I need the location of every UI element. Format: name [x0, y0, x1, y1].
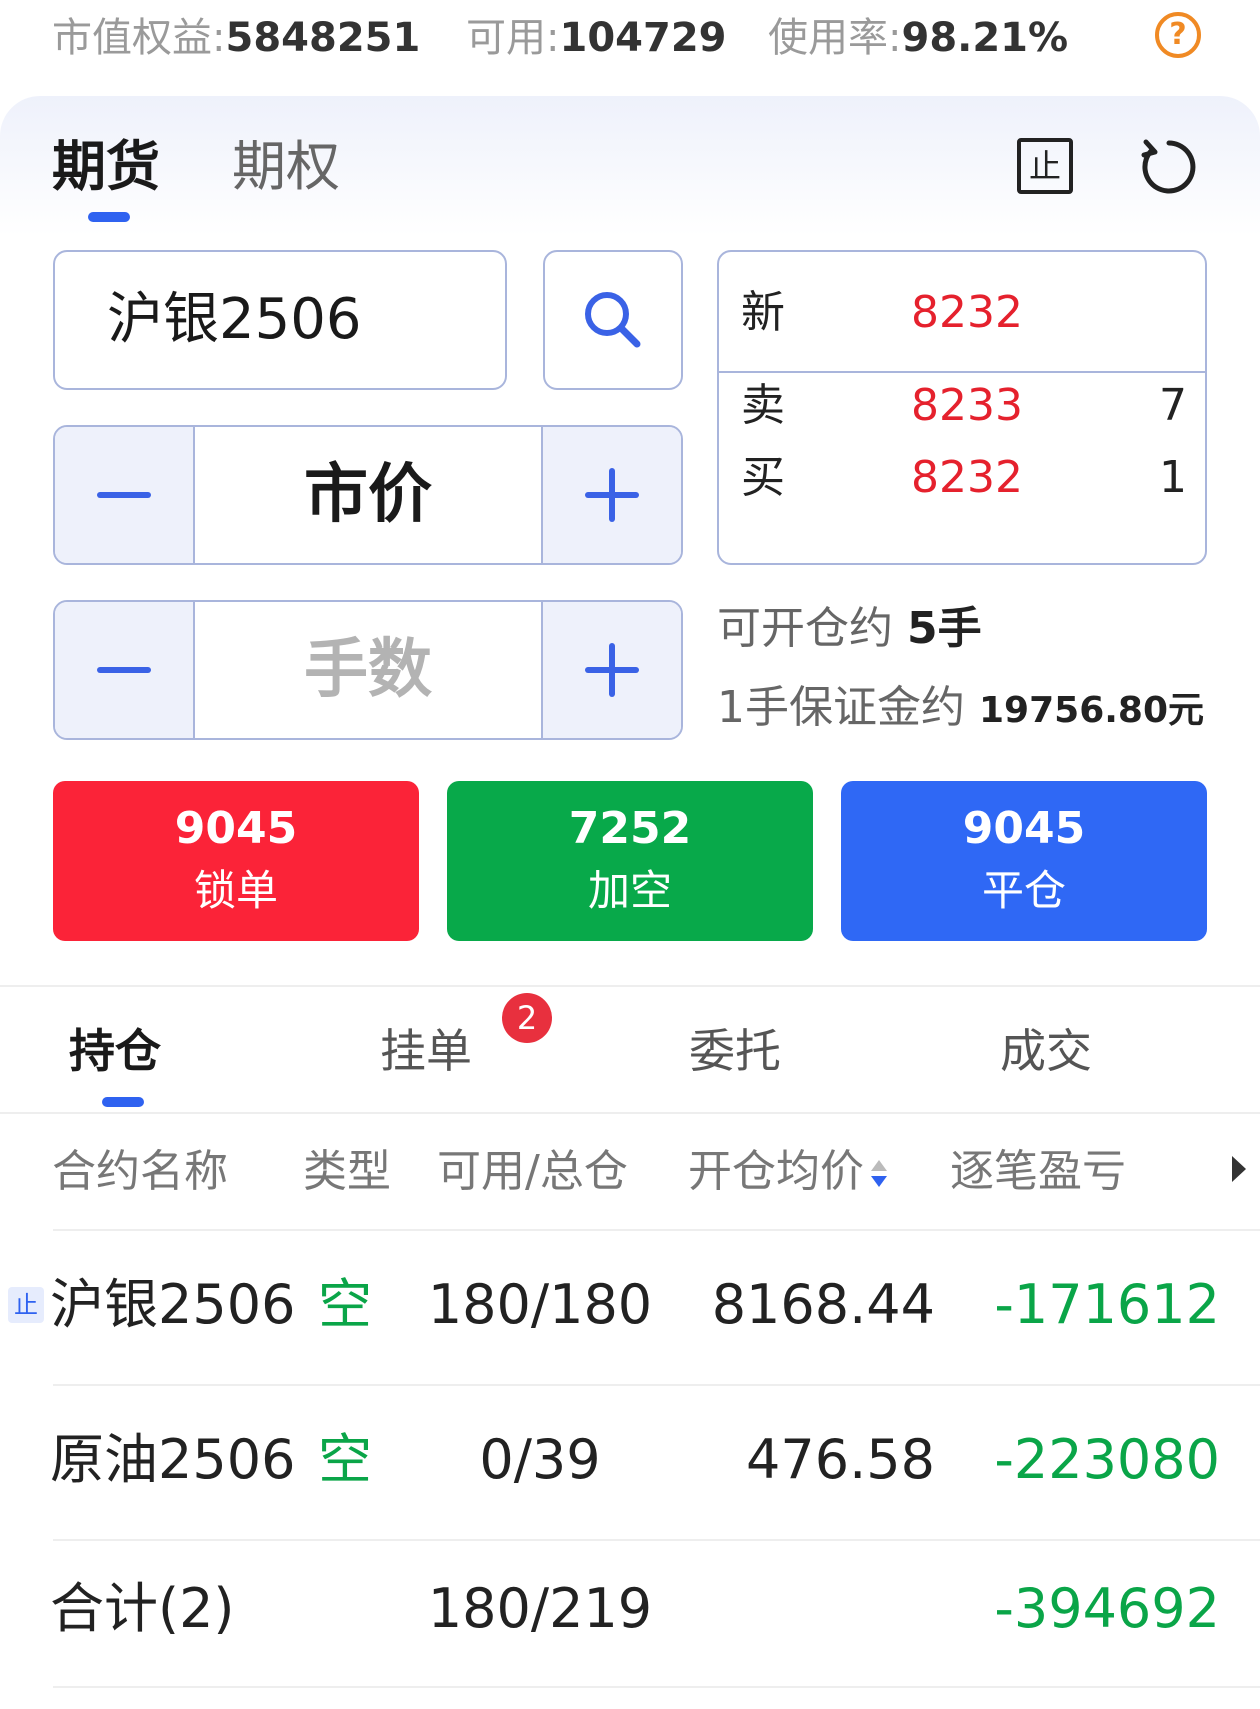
- tab-orders[interactable]: 委托: [689, 1020, 781, 1082]
- row-pnl: -171612: [994, 1273, 1220, 1336]
- total-label: 合计(2): [50, 1577, 235, 1640]
- usage-summary: 使用率:98.21%: [768, 12, 1068, 64]
- stop-order-icon[interactable]: 止: [1017, 138, 1073, 194]
- symbol-input[interactable]: 沪银2506: [53, 250, 507, 390]
- margin-info: 1手保证金约 19756.80元: [717, 678, 1204, 741]
- search-icon: [585, 292, 641, 348]
- header-avg-price-label: 开仓均价: [688, 1146, 864, 1197]
- tab-positions[interactable]: 持仓: [69, 1020, 161, 1082]
- row-avail-total: 0/39: [479, 1428, 601, 1491]
- order-panel: 期货 期权 止 沪银2506 市价 手数 新 8232 卖 8233 7 买 8…: [0, 96, 1260, 976]
- margin-value: 19756.80元: [979, 690, 1205, 731]
- margin-label: 1手保证金约: [717, 682, 965, 733]
- equity-summary: 市值权益:5848251: [52, 12, 420, 64]
- total-divider: [53, 1686, 1260, 1688]
- equity-label: 市值权益:: [52, 15, 226, 61]
- tab-trades[interactable]: 成交: [1000, 1020, 1092, 1082]
- total-avail-total: 180/219: [427, 1577, 653, 1640]
- tabs-divider: [0, 1112, 1260, 1114]
- sort-icon[interactable]: [870, 1156, 890, 1192]
- close-position-label: 平仓: [981, 866, 1066, 915]
- row-type: 空: [318, 1428, 372, 1491]
- account-summary-bar: 市值权益:5848251 可用:104729 使用率:98.21% ?: [0, 0, 1260, 84]
- usage-label: 使用率:: [768, 15, 902, 61]
- openable-value: 5手: [907, 603, 982, 654]
- row-avg-price: 476.58: [746, 1428, 935, 1491]
- help-icon[interactable]: ?: [1155, 12, 1201, 58]
- section-divider: [0, 985, 1260, 987]
- price-mode-field[interactable]: 市价: [195, 427, 541, 563]
- add-short-label: 加空: [587, 866, 672, 915]
- ask-label: 卖: [741, 380, 785, 431]
- close-position-button[interactable]: 9045 平仓: [841, 781, 1207, 941]
- total-pnl: -394692: [994, 1577, 1220, 1640]
- header-avail-total: 可用/总仓: [437, 1146, 628, 1197]
- ask-volume: 7: [1159, 380, 1187, 431]
- price-decrease-button[interactable]: [55, 427, 195, 563]
- tab-pending-orders[interactable]: 挂单: [380, 1020, 472, 1082]
- quantity-stepper: 手数: [53, 600, 683, 740]
- lock-order-button[interactable]: 9045 锁单: [53, 781, 419, 941]
- active-tab-indicator: [88, 212, 130, 222]
- header-divider: [53, 1229, 1260, 1231]
- openable-label: 可开仓约: [717, 603, 893, 654]
- ask-price: 8233: [911, 380, 1023, 431]
- stop-tag-icon: 止: [8, 1287, 44, 1323]
- refresh-icon[interactable]: [1138, 136, 1200, 198]
- bid-price: 8232: [911, 452, 1023, 503]
- row-avail-total: 180/180: [427, 1273, 653, 1336]
- scroll-right-icon[interactable]: [1232, 1156, 1246, 1182]
- price-stepper: 市价: [53, 425, 683, 565]
- header-type: 类型: [303, 1146, 391, 1197]
- lock-order-label: 锁单: [193, 866, 278, 915]
- row-pnl: -223080: [994, 1428, 1220, 1491]
- last-label: 新: [741, 287, 785, 338]
- header-pnl: 逐笔盈亏: [950, 1146, 1126, 1197]
- add-short-number: 7252: [568, 803, 692, 854]
- openable-info: 可开仓约 5手: [717, 599, 982, 659]
- row-contract-name: 原油2506: [50, 1428, 296, 1491]
- row-contract-name: 沪银2506: [50, 1273, 296, 1336]
- last-price-row: 新 8232: [719, 278, 1205, 348]
- usage-value: 98.21%: [901, 15, 1069, 61]
- header-contract-name: 合约名称: [52, 1146, 228, 1197]
- pending-count-badge: 2: [502, 993, 552, 1043]
- quantity-input[interactable]: 手数: [195, 602, 541, 738]
- quote-box: 新 8232 卖 8233 7 买 8232 1: [717, 250, 1207, 565]
- last-price: 8232: [911, 287, 1023, 338]
- available-summary: 可用:104729: [466, 12, 726, 64]
- lock-order-number: 9045: [174, 803, 298, 854]
- ask-row[interactable]: 卖 8233 7: [719, 371, 1205, 441]
- available-value: 104729: [559, 15, 727, 61]
- active-list-tab-indicator: [102, 1097, 144, 1107]
- bid-volume: 1: [1159, 452, 1187, 503]
- row-divider: [53, 1539, 1260, 1541]
- tab-futures[interactable]: 期货: [52, 132, 160, 202]
- available-label: 可用:: [466, 15, 560, 61]
- bid-row[interactable]: 买 8232 1: [719, 443, 1205, 513]
- add-short-button[interactable]: 7252 加空: [447, 781, 813, 941]
- row-avg-price: 8168.44: [711, 1273, 935, 1336]
- bid-label: 买: [741, 452, 785, 503]
- search-button[interactable]: [543, 250, 683, 390]
- header-avg-price[interactable]: 开仓均价: [688, 1142, 890, 1202]
- tab-options[interactable]: 期权: [232, 132, 340, 202]
- equity-value: 5848251: [225, 15, 421, 61]
- price-increase-button[interactable]: [541, 427, 681, 563]
- row-type: 空: [318, 1273, 372, 1336]
- row-divider: [53, 1384, 1260, 1386]
- close-position-number: 9045: [962, 803, 1086, 854]
- quantity-increase-button[interactable]: [541, 602, 681, 738]
- quantity-decrease-button[interactable]: [55, 602, 195, 738]
